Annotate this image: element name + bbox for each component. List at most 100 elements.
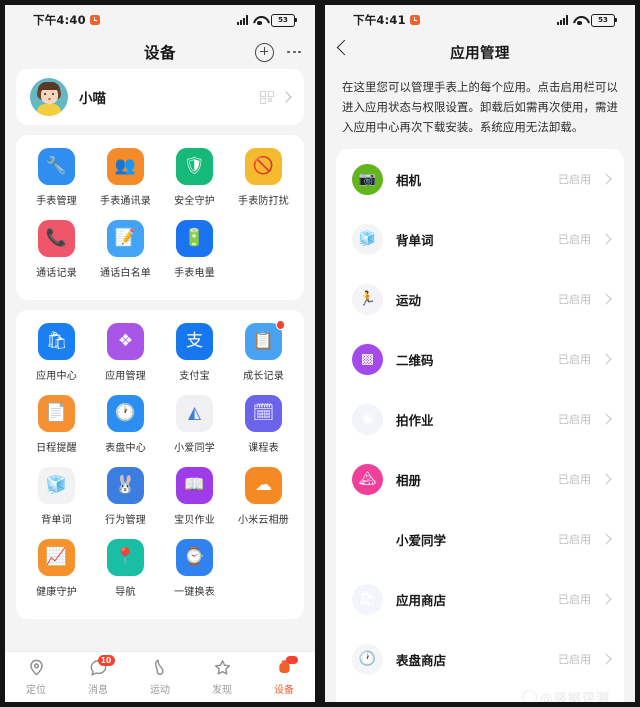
app-grid-item[interactable]: 🕐 表盘中心	[91, 395, 160, 454]
app-list-row[interactable]: 🏃 运动 已启用	[336, 269, 624, 329]
chevron-right-icon	[600, 593, 612, 605]
right-phone-screen: 下午4:41 53 应用管理 在这里您可以管理手表上的每个应用。点击启用栏可以进…	[320, 0, 640, 707]
app-status: 已启用	[558, 233, 591, 246]
app-list-icon: ◭	[352, 523, 383, 555]
app-status: 已启用	[558, 293, 591, 306]
signal-icon	[237, 15, 248, 25]
app-grid-item[interactable]: ◭ 小爱同学	[160, 395, 229, 454]
chevron-right-icon	[600, 233, 612, 245]
app-grid-item[interactable]: 📄 日程提醒	[22, 395, 91, 454]
app-grid-item[interactable]: ⌚ 一键换表	[160, 539, 229, 598]
app-tile-label: 表盘中心	[105, 443, 146, 454]
app-status: 已启用	[558, 353, 591, 366]
app-tile-label: 手表管理	[36, 196, 77, 207]
status-time: 下午4:40	[33, 13, 86, 27]
app-tile-label: 手表通讯录	[100, 196, 151, 207]
app-tile-label: 日程提醒	[36, 443, 77, 454]
app-list-row[interactable]: 🛍 应用商店 已启用	[336, 569, 624, 629]
app-list-icon: 🕐	[352, 643, 383, 675]
left-header: 设备	[5, 35, 315, 69]
bottom-tab-bar: 定位 10 消息 运动 发现 设备	[5, 651, 315, 702]
app-tile-icon: 📖	[176, 467, 213, 504]
app-grid-item[interactable]: ☁ 小米云相册	[229, 467, 298, 526]
app-tile-label: 小米云相册	[238, 515, 289, 526]
app-grid-item[interactable]: 支支付宝	[160, 323, 229, 382]
tab-消息[interactable]: 10 消息	[67, 652, 129, 702]
app-grid-item[interactable]: 📍 导航	[91, 539, 160, 598]
app-list-row[interactable]: ◉ 拍作业 已启用	[336, 389, 624, 449]
watch-tools-grid: 🔧 手表管理 👥 手表通讯录 🛡 安全守护 🚫 手表防打扰 📞 通话记录 📝 通话白名单 🔋 手表电量	[16, 135, 304, 300]
app-name: 拍作业	[396, 412, 434, 428]
app-name: 二维码	[396, 352, 434, 368]
back-chevron-icon[interactable]	[336, 39, 353, 56]
app-list-row[interactable]: 🏔 相册 已启用	[336, 449, 624, 509]
status-indicators: 53	[237, 13, 297, 27]
profile-card[interactable]: 小喵	[16, 69, 304, 125]
tab-定位[interactable]: 定位	[5, 652, 67, 702]
app-tile-icon: 🗓	[245, 395, 282, 432]
status-time-group-right: 下午4:41	[353, 12, 420, 28]
tab-badge-dot	[285, 656, 298, 664]
app-grid-item[interactable]: 🧊 背单词	[22, 467, 91, 526]
star-icon	[213, 658, 232, 677]
app-tile-icon: ☁	[245, 467, 282, 504]
app-grid-item[interactable]: 🔋 手表电量	[160, 220, 229, 279]
app-tile-icon: 🐰	[107, 467, 144, 504]
app-grid-item[interactable]: 🔧 手表管理	[22, 148, 91, 207]
qr-code-icon[interactable]	[260, 90, 274, 104]
watermark-text: @竖锯评测	[539, 692, 610, 702]
alarm-icon	[89, 15, 100, 25]
app-status: 已启用	[558, 593, 591, 606]
app-list-row[interactable]: 📷 相机 已启用	[336, 149, 624, 209]
tab-label: 发现	[212, 685, 232, 696]
watch-apps-card: 🛍 应用中心 ❖ 应用管理 支支付宝 📋 成长记录 📄 日程提醒 🕐 表盘中心 ◭ 小爱同学 🗓 课程表 🧊 背…	[16, 310, 304, 619]
avatar	[30, 78, 68, 116]
app-status: 已启用	[558, 173, 591, 186]
app-tile-icon: 👥	[107, 148, 144, 185]
app-list: 📷 相机 已启用 🧊 背单词 已启用 🏃 运动 已启用 ▩ 二维码 已启用 ◉ 拍作业 已启用 🏔 相册 已启用 ◭…	[336, 149, 624, 689]
more-dots-icon[interactable]	[287, 50, 301, 54]
app-grid-item[interactable]: 📋 成长记录	[229, 320, 298, 382]
page-title-right: 应用管理	[450, 45, 510, 62]
tab-运动[interactable]: 运动	[129, 652, 191, 702]
app-grid-item[interactable]: 📈 健康守护	[22, 539, 91, 598]
app-tile-label: 安全守护	[174, 196, 215, 207]
location-pin-icon	[27, 658, 46, 677]
app-grid-item[interactable]: 📝 通话白名单	[91, 220, 160, 279]
watch-tools-card: 🔧 手表管理 👥 手表通讯录 🛡 安全守护 🚫 手表防打扰 📞 通话记录 📝 通话白名单 🔋 手表电量	[16, 135, 304, 300]
app-list-row[interactable]: ▩ 二维码 已启用	[336, 329, 624, 389]
tab-label: 定位	[26, 685, 46, 696]
watermark: @竖锯评测	[521, 688, 610, 702]
tab-label: 设备	[274, 685, 294, 696]
tab-发现[interactable]: 发现	[191, 652, 253, 702]
app-grid-item[interactable]: 🛍 应用中心	[22, 323, 91, 382]
battery-icon: 53	[271, 13, 297, 27]
app-list-row[interactable]: ◭ 小爱同学 已启用	[336, 509, 624, 569]
app-grid-item[interactable]: ❖ 应用管理	[91, 323, 160, 382]
plus-circle-icon[interactable]	[255, 42, 275, 62]
app-list-row[interactable]: 🕐 表盘商店 已启用	[336, 629, 624, 689]
app-grid-item[interactable]: 🛡 安全守护	[160, 148, 229, 207]
app-grid-item[interactable]: 🗓 课程表	[229, 395, 298, 454]
app-grid-item[interactable]: 🐰 行为管理	[91, 467, 160, 526]
message-bubble-icon: 10	[89, 655, 115, 677]
watch-device-icon	[275, 656, 298, 677]
app-tile-icon: 📝	[107, 220, 144, 257]
app-name: 背单词	[396, 232, 434, 248]
app-grid-item[interactable]: 🚫 手表防打扰	[229, 148, 298, 207]
chevron-right-icon	[600, 353, 612, 365]
status-indicators-right: 53	[557, 13, 617, 27]
tab-label: 消息	[88, 685, 108, 696]
app-tile-icon: 🔧	[38, 148, 75, 185]
app-tile-label: 支付宝	[179, 371, 210, 382]
app-tile-icon: ◭	[176, 395, 213, 432]
app-list-row[interactable]: 🧊 背单词 已启用	[336, 209, 624, 269]
app-tile-label: 背单词	[41, 515, 72, 526]
signal-icon	[557, 15, 568, 25]
tab-设备[interactable]: 设备	[253, 652, 315, 702]
app-grid-item[interactable]: 📞 通话记录	[22, 220, 91, 279]
weibo-logo-icon	[521, 690, 537, 702]
app-grid-item[interactable]: 📖 宝贝作业	[160, 467, 229, 526]
app-tile-label: 手表电量	[174, 268, 215, 279]
app-grid-item[interactable]: 👥 手表通讯录	[91, 148, 160, 207]
